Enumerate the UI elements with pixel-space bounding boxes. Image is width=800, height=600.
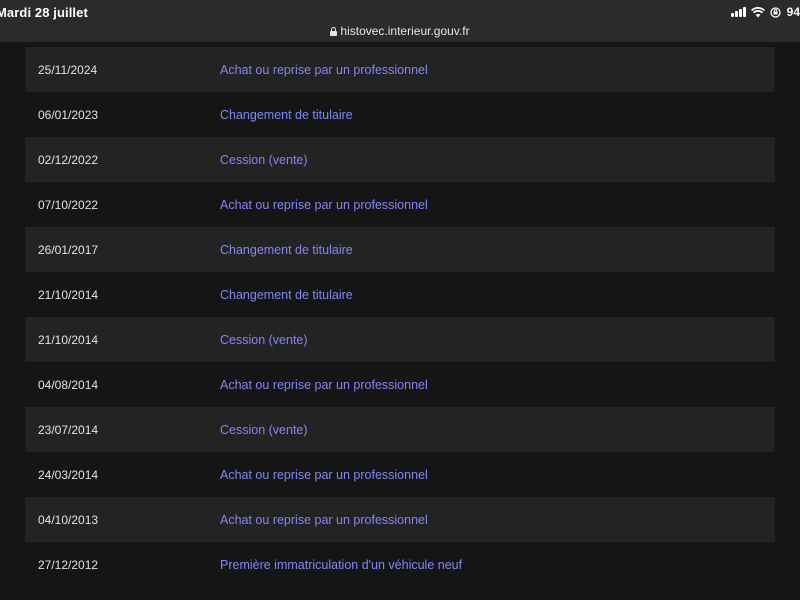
vehicle-history-list: 25/11/2024 Achat ou reprise par un profes… [25, 47, 775, 587]
url-text: histovec.interieur.gouv.fr [340, 24, 470, 38]
signal-icon [730, 7, 746, 17]
wifi-icon [750, 6, 765, 18]
history-row: 04/08/2014 Achat ou reprise par un profes… [25, 362, 775, 407]
status-date: Mardi 28 juillet [0, 5, 88, 20]
history-event-link[interactable]: Achat ou reprise par un professionnel [220, 198, 428, 212]
history-date: 23/07/2014 [38, 422, 99, 437]
status-bar: Mardi 28 juillet histovec.interieur.gouv… [0, 0, 800, 42]
history-row: 24/03/2014 Achat ou reprise par un profes… [25, 452, 775, 497]
history-date: 24/03/2014 [38, 467, 99, 482]
history-event-link[interactable]: Cession (vente) [220, 333, 308, 347]
history-event-link[interactable]: Achat ou reprise par un professionnel [220, 513, 428, 527]
history-date: 25/11/2024 [38, 62, 98, 77]
status-indicators: 94 [730, 5, 800, 19]
history-date: 26/01/2017 [38, 242, 99, 257]
history-date: 04/10/2013 [38, 512, 99, 527]
history-row: 23/07/2014 Cession (vente) [25, 407, 775, 452]
history-date: 21/10/2014 [38, 332, 99, 347]
history-event-link[interactable]: Changement de titulaire [220, 243, 353, 257]
history-event-link[interactable]: Cession (vente) [220, 423, 308, 437]
history-row: 06/01/2023 Changement de titulaire [25, 92, 775, 137]
history-date: 07/10/2022 [38, 197, 99, 212]
history-event-link[interactable]: Changement de titulaire [220, 288, 353, 302]
history-row: 26/01/2017 Changement de titulaire [25, 227, 775, 272]
history-event-link[interactable]: Cession (vente) [220, 153, 308, 167]
history-row: 25/11/2024 Achat ou reprise par un profes… [25, 47, 775, 92]
address-bar[interactable]: histovec.interieur.gouv.fr [0, 24, 800, 38]
history-row: 02/12/2022 Cession (vente) [25, 137, 775, 182]
history-date: 27/12/2012 [38, 557, 99, 572]
history-date: 21/10/2014 [38, 287, 99, 302]
history-event-link[interactable]: Changement de titulaire [220, 108, 353, 122]
history-event-link[interactable]: Achat ou reprise par un professionnel [220, 63, 428, 77]
history-row: 04/10/2013 Achat ou reprise par un profes… [25, 497, 775, 542]
history-row: 21/10/2014 Changement de titulaire [25, 272, 775, 317]
history-date: 02/12/2022 [38, 152, 99, 167]
history-event-link[interactable]: Achat ou reprise par un professionnel [220, 378, 428, 392]
history-event-link[interactable]: Première immatriculation d'un véhicule n… [220, 558, 462, 572]
history-event-link[interactable]: Achat ou reprise par un professionnel [220, 468, 428, 482]
history-date: 04/08/2014 [38, 377, 99, 392]
history-row: 21/10/2014 Cession (vente) [25, 317, 775, 362]
orientation-lock-icon [769, 6, 781, 18]
history-date: 06/01/2023 [38, 107, 99, 122]
battery-level: 94 [786, 5, 800, 19]
history-row: 27/12/2012 Première immatriculation d'un … [25, 542, 775, 587]
history-row: 07/10/2022 Achat ou reprise par un profes… [25, 182, 775, 227]
lock-icon [330, 27, 338, 36]
